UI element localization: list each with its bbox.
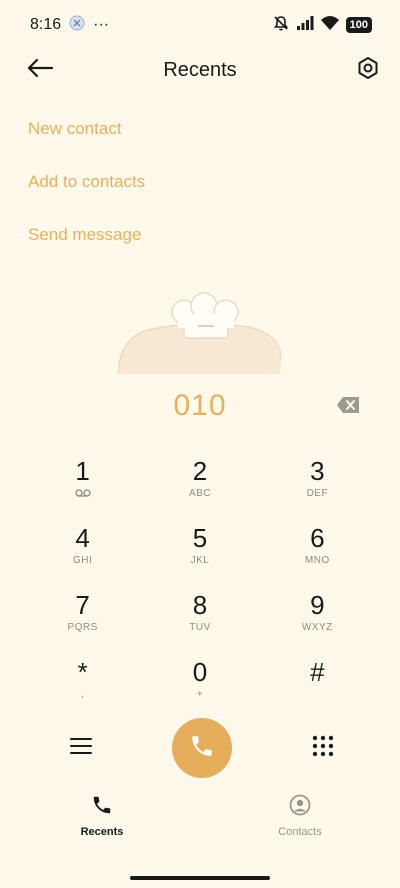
status-left: 8:16 ··· [30,15,109,36]
key-2[interactable]: 2 ABC [141,450,258,517]
key-letters: ABC [188,488,212,499]
key-letters: GHI [73,555,93,566]
key-3[interactable]: 3 DEF [259,450,376,517]
key-0[interactable]: 0 + [141,651,258,718]
page-title: Recents [163,58,237,81]
overflow-dots: ··· [93,16,110,33]
key-letters: DEF [306,488,329,499]
add-to-contacts-link[interactable]: Add to contacts [28,159,145,212]
key-7[interactable]: 7 PQRS [24,584,141,651]
signal-icon [296,15,314,36]
dialer-actions: New contact Add to contacts Send message [28,106,145,265]
notification-bubble-icon [69,15,85,36]
key-star[interactable]: * , [24,651,141,718]
key-digit: 0 [192,657,208,687]
battery-icon: 100 [345,17,372,33]
key-digit: 2 [192,456,208,486]
contacts-person-icon [289,794,311,821]
key-digit: * [77,657,88,687]
tab-label: Recents [80,826,124,838]
key-digit: 3 [310,456,325,486]
key-digit: 6 [310,523,325,553]
key-letters: TUV [189,622,211,633]
key-digit: 4 [75,523,90,553]
key-4[interactable]: 4 GHI [24,517,141,584]
status-right: 100 [272,14,372,37]
call-button[interactable] [172,718,232,778]
key-letters: + [196,689,204,700]
key-letters: JKL [190,555,210,566]
key-9[interactable]: 9 WXYZ [259,584,376,651]
key-6[interactable]: 6 MNO [259,517,376,584]
settings-hexagon-icon[interactable] [356,56,380,85]
dialpad-toggle-icon[interactable] [312,735,334,762]
voicemail-icon [75,488,91,500]
key-digit: 5 [192,523,208,553]
key-digit: # [310,657,325,687]
wifi-icon [320,15,340,36]
key-digit: 8 [192,590,208,620]
status-bar: 8:16 ··· 100 [0,0,400,50]
dialed-number[interactable]: 010 [173,389,226,423]
new-contact-link[interactable]: New contact [28,106,145,159]
keypad: 1 2 ABC 3 DEF 4 GHI 5 JKL 6 MNO 7 PQRS 8… [24,450,376,718]
key-letters: , [81,689,85,700]
app-bar: Recents [0,50,400,90]
dialed-number-row: 010 [0,380,400,432]
key-letters: WXYZ [301,622,333,633]
key-8[interactable]: 8 TUV [141,584,258,651]
menu-icon[interactable] [70,737,92,760]
status-time: 8:16 [30,16,62,33]
key-digit: 9 [310,590,325,620]
tab-contacts[interactable]: Contacts [260,794,340,844]
phone-icon [189,733,215,764]
key-letters: MNO [304,555,330,566]
key-5[interactable]: 5 JKL [141,517,258,584]
back-arrow-icon[interactable] [26,58,54,83]
home-indicator[interactable] [130,876,270,880]
tab-label: Contacts [278,826,322,838]
dialer-bottom-row [0,718,400,778]
key-hash[interactable]: # [259,651,376,718]
bottom-tab-bar: Recents Contacts [0,794,400,844]
key-letters: PQRS [67,622,98,633]
send-message-link[interactable]: Send message [28,212,145,265]
key-1[interactable]: 1 [24,450,141,517]
key-digit: 1 [75,456,90,486]
tab-recents[interactable]: Recents [62,794,142,844]
chef-hat-illustration [117,292,284,379]
backspace-icon[interactable] [336,396,360,419]
silent-bell-icon [272,14,290,37]
phone-tab-icon [91,794,113,821]
key-digit: 7 [75,590,90,620]
